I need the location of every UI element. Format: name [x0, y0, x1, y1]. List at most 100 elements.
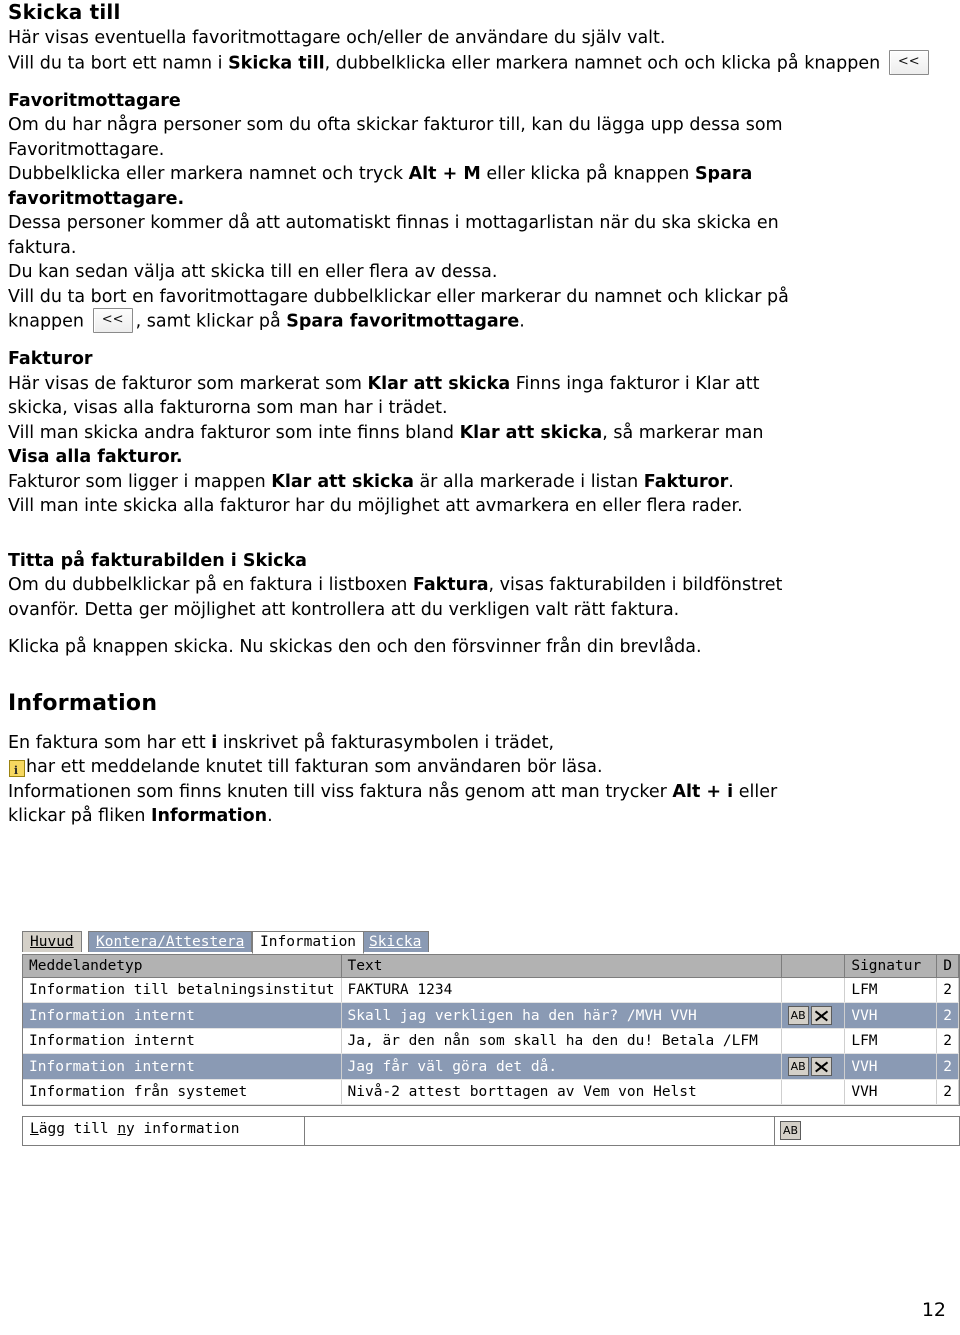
- text-tt1b: Faktura: [412, 575, 489, 595]
- paragraph-fav-6: faktura.: [8, 237, 77, 258]
- add-label-part4: y information: [126, 1121, 240, 1137]
- paragraph-fakturor-2: skicka, visas alla fakturorna som man ha…: [8, 398, 448, 418]
- paragraph-titta-2: ovanför. Detta ger möjlighet att kontrol…: [8, 599, 680, 620]
- paragraph-info-1: En faktura som har ett i inskrivet på fa…: [8, 731, 952, 756]
- text-fav3a: Dubbelklicka eller markera namnet och tr…: [8, 164, 409, 184]
- heading-information: Information: [8, 690, 158, 716]
- col-header-d[interactable]: D: [936, 955, 959, 978]
- text-p2a: Vill du ta bort ett namn i: [8, 53, 229, 73]
- paragraph-fav-2: Favoritmottagare.: [8, 139, 165, 160]
- cell-icons: [781, 1079, 846, 1105]
- cell-d: 2: [936, 1028, 959, 1054]
- paragraph-fav-9: knappen <<, samt klickar på Spara favori…: [8, 308, 952, 334]
- col-header-signatur[interactable]: Signatur: [844, 955, 938, 978]
- cell-icons: [781, 977, 846, 1003]
- text-fav4b: favoritmottagare.: [8, 188, 185, 209]
- table-header-row: Meddelandetyp Text Signatur D: [23, 955, 959, 978]
- paragraph-skicka-till-2: Vill du ta bort ett namn i Skicka till, …: [8, 49, 952, 76]
- text-fk1c: Finns inga fakturor i Klar att: [510, 373, 760, 394]
- text-fk1b: Klar att skicka: [367, 373, 511, 394]
- message-grid[interactable]: Meddelandetyp Text Signatur D Informatio…: [22, 954, 960, 1106]
- cell-signatur: VVH: [844, 1079, 938, 1105]
- paragraph-fav-1: Om du har några personer som du ofta ski…: [8, 115, 783, 135]
- paragraph-info-3: Informationen som finns knuten till viss…: [8, 780, 952, 805]
- table-row[interactable]: Information till betalningsinstitut FAKT…: [23, 977, 959, 1003]
- cell-d: 2: [936, 1053, 959, 1080]
- paragraph-fakturor-5: Fakturor som ligger i mappen Klar att sk…: [8, 470, 952, 495]
- text-tt1c: , visas fakturabilden i bildfönstret: [488, 575, 783, 595]
- heading-titta-pa-fakturabilden: Titta på fakturabilden i Skicka: [8, 550, 307, 571]
- paragraph-skicka-till-1: Här visas eventuella favoritmottagare oc…: [8, 28, 666, 48]
- col-header-meddelandetyp[interactable]: Meddelandetyp: [23, 955, 342, 978]
- text-if2: har ett meddelande knutet till fakturan …: [26, 757, 603, 777]
- paragraph-fakturor-3: Vill man skicka andra fakturor som inte …: [8, 421, 952, 446]
- cell-icons: AB: [781, 1002, 846, 1029]
- heading-skicka-till: Skicka till: [8, 0, 121, 24]
- paragraph-fav-3: Dubbelklicka eller markera namnet och tr…: [8, 162, 952, 187]
- paragraph-titta-1: Om du dubbelklickar på en faktura i list…: [8, 573, 952, 598]
- text-fav9d: .: [519, 311, 525, 332]
- tab-huvud-label: Huvud: [30, 934, 74, 950]
- text-tt1a: Om du dubbelklickar på en faktura i list…: [8, 575, 413, 595]
- document-body: Skicka till Här visas eventuella favorit…: [8, 0, 952, 829]
- cell-meddelandetyp: Information internt: [23, 1028, 342, 1054]
- delete-x-icon[interactable]: [810, 1057, 832, 1076]
- text-if1a: En faktura som har ett: [8, 732, 212, 753]
- add-label-part3: n: [117, 1121, 127, 1137]
- heading-fakturor: Fakturor: [8, 349, 93, 369]
- ab-spellcheck-icon: AB: [780, 1121, 801, 1140]
- tab-information[interactable]: Information: [252, 931, 365, 954]
- text-fk5e: .: [728, 471, 734, 492]
- text-fk5a: Fakturor som ligger i mappen: [8, 471, 272, 492]
- paragraph-titta-3: Klicka på knappen skicka. Nu skickas den…: [8, 637, 702, 657]
- paragraph-fav-4: favoritmottagare.: [8, 187, 952, 212]
- info-note-icon: i: [8, 758, 25, 777]
- tab-kontera-attestera-label: Kontera/Attestera: [96, 934, 245, 950]
- cell-meddelandetyp: Information internt: [23, 1002, 342, 1029]
- tab-kontera-attestera[interactable]: Kontera/Attestera: [88, 931, 253, 952]
- text-fk5d: Fakturor: [643, 471, 729, 492]
- table-row[interactable]: Information internt Skall jag verkligen …: [23, 1002, 959, 1029]
- paragraph-info-2: i har ett meddelande knutet till fakturan…: [8, 755, 952, 780]
- tab-skicka[interactable]: Skicka: [361, 931, 430, 952]
- document-page: Skicka till Här visas eventuella favorit…: [0, 0, 960, 1335]
- cell-signatur: VVH: [844, 1053, 938, 1080]
- ab-spellcheck-icon[interactable]: AB: [787, 1057, 809, 1076]
- move-left-button-2[interactable]: <<: [92, 308, 133, 333]
- move-left-button-1[interactable]: <<: [888, 49, 929, 75]
- text-if4b: Information: [151, 806, 268, 826]
- table-row[interactable]: Information internt Ja, är den nån som s…: [23, 1028, 959, 1054]
- text-fk1a: Här visas de fakturor som markerat som: [8, 373, 368, 394]
- delete-x-icon[interactable]: [810, 1006, 832, 1025]
- cell-text: FAKTURA 1234: [341, 977, 782, 1003]
- text-fav9c: Spara favoritmottagare: [286, 311, 520, 332]
- add-information-row[interactable]: Lägg till ny information AB: [22, 1116, 960, 1146]
- col-header-icons[interactable]: [781, 955, 846, 978]
- table-row[interactable]: Information från systemet Nivå-2 attest …: [23, 1079, 959, 1105]
- paragraph-fav-5: Dessa personer kommer då att automatiskt…: [8, 213, 779, 233]
- text-fav9b: , samt klickar på: [135, 311, 287, 332]
- cell-meddelandetyp: Information från systemet: [23, 1079, 342, 1105]
- tab-huvud[interactable]: Huvud: [22, 931, 82, 952]
- table-row[interactable]: Information internt Jag får väl göra det…: [23, 1053, 959, 1080]
- tab-bar: Huvud Kontera/Attestera Information Skic…: [22, 931, 960, 954]
- add-label-part2: ägg till: [38, 1121, 118, 1137]
- text-fk3c: , så markerar man: [602, 422, 764, 443]
- add-row-divider-2: [774, 1117, 775, 1145]
- text-if3b: Alt + i: [672, 781, 734, 802]
- ab-spellcheck-icon[interactable]: AB: [787, 1006, 809, 1025]
- cell-meddelandetyp: Information till betalningsinstitut: [23, 977, 342, 1003]
- cell-signatur: LFM: [844, 977, 938, 1003]
- add-row-ab-button[interactable]: AB: [780, 1121, 803, 1140]
- text-p2c: , dubbelklicka eller markera namnet och …: [324, 53, 881, 73]
- message-table: Meddelandetyp Text Signatur D Informatio…: [23, 955, 959, 1105]
- tab-information-label: Information: [260, 934, 357, 950]
- cell-text: Ja, är den nån som skall ha den du! Beta…: [341, 1028, 782, 1054]
- text-fav3c: eller klicka på knappen: [480, 164, 695, 184]
- col-header-text[interactable]: Text: [341, 955, 782, 978]
- cell-text: Nivå-2 attest borttagen av Vem von Helst: [341, 1079, 782, 1105]
- cell-icons: [781, 1028, 846, 1054]
- page-number: 12: [921, 1299, 946, 1321]
- cell-d: 2: [936, 1002, 959, 1029]
- paragraph-fakturor-1: Här visas de fakturor som markerat som K…: [8, 372, 952, 397]
